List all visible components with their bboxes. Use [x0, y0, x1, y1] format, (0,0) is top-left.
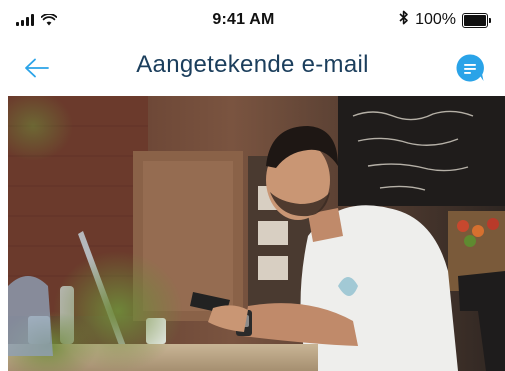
chat-bubble-icon [456, 54, 484, 82]
status-left-group [16, 14, 136, 26]
status-bar: 9:41 AM 100% [0, 0, 505, 40]
status-right-group: 100% [351, 10, 491, 30]
bluetooth-icon [399, 10, 409, 30]
page-title: Aangetekende e-mail [136, 51, 369, 78]
signal-icon [16, 14, 34, 26]
cafe-photo-illustration [8, 96, 505, 371]
hero-image [8, 96, 505, 371]
battery-icon [461, 12, 491, 28]
wifi-icon [41, 14, 57, 26]
app-screen: 9:41 AM 100% Aangetekende e-mail [0, 0, 505, 371]
navigation-bar: Aangetekende e-mail [0, 40, 505, 96]
chat-button[interactable] [455, 53, 485, 83]
status-time: 9:41 AM [212, 11, 275, 28]
battery-percentage: 100% [415, 11, 456, 28]
